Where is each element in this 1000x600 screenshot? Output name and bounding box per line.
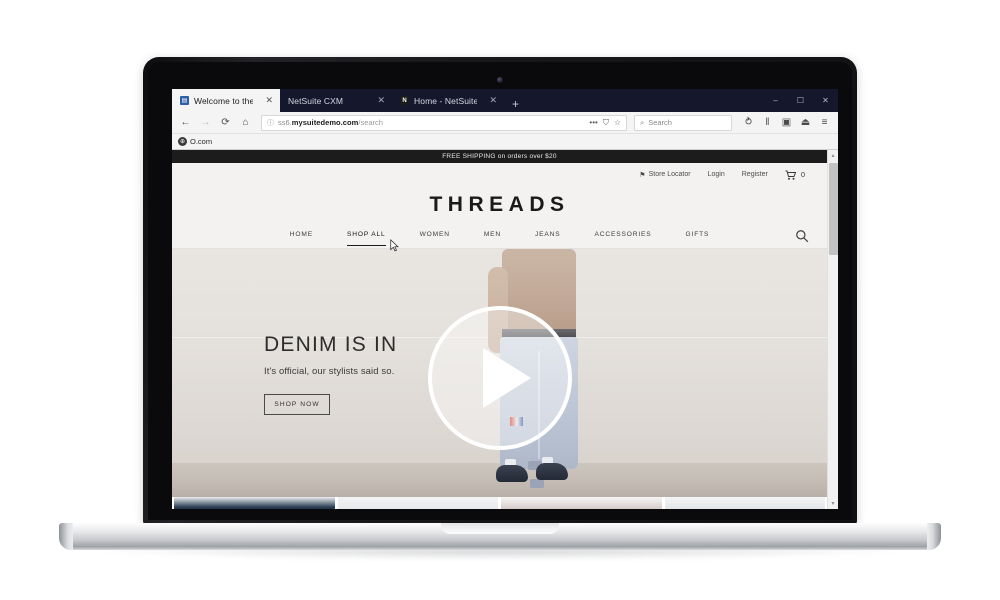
product-tile-2[interactable] — [337, 497, 498, 509]
hero-subtitle: It's official, our stylists said so. — [264, 366, 395, 377]
tracking-shield-icon[interactable]: ⛉ — [603, 118, 609, 128]
scrollbar-track[interactable] — [828, 161, 839, 498]
browser-toolbar: ← → ⟳ ⌂ ⓘ ss6.mysuitedemo.com/search •••… — [172, 112, 838, 134]
site-info-icon[interactable]: ⓘ — [267, 118, 274, 128]
bookmark-star-icon[interactable]: ☆ — [614, 118, 621, 127]
new-tab-button[interactable]: + — [504, 98, 527, 112]
brand-header: THREADS — [172, 186, 827, 224]
browser-search-box[interactable]: ⌕ Search — [634, 114, 732, 131]
reload-button[interactable]: ⟳ — [217, 114, 234, 131]
shop-now-button[interactable]: SHOP NOW — [264, 394, 330, 415]
hero-banner: DENIM IS IN It's official, our stylists … — [172, 249, 827, 497]
laptop-screen: ▤ Welcome to the store ✕ NetSuite CXM ✕ … — [172, 89, 838, 509]
nav-item-gifts[interactable]: GIFTS — [669, 229, 727, 244]
cart-icon — [785, 170, 796, 180]
model-shoe — [535, 463, 568, 480]
window-controls: – ☐ ✕ — [763, 89, 838, 112]
web-page: FREE SHIPPING on orders over $20 ⚑ Store… — [172, 150, 827, 509]
tab-close-icon[interactable]: ✕ — [482, 95, 497, 106]
url-domain: mysuitedemo.com — [291, 118, 359, 127]
save-page-icon[interactable]: ⏏ — [797, 114, 814, 131]
product-tile-3[interactable] — [501, 497, 662, 509]
page-actions-icon[interactable]: ••• — [589, 118, 597, 127]
bookmarks-bar: ⊕ O.com — [172, 134, 838, 150]
tab-title: Welcome to the store — [194, 95, 254, 106]
nav-item-home[interactable]: HOME — [273, 229, 330, 244]
product-strip — [172, 497, 827, 509]
product-tile-1[interactable] — [174, 497, 335, 509]
url-subdomain: ss6. — [278, 118, 292, 127]
laptop-base-notch — [441, 523, 559, 534]
browser-tab-home-netsuite[interactable]: N Home - NetSuite (SuiteSucces ✕ — [392, 89, 504, 112]
url-text: ss6.mysuitedemo.com/search — [278, 118, 383, 127]
scroll-down-arrow-icon[interactable]: ▾ — [831, 498, 834, 509]
register-link[interactable]: Register — [742, 171, 768, 178]
product-tile-4[interactable] — [664, 497, 825, 509]
search-icon: ⌕ — [640, 117, 645, 127]
laptop-lid: ▤ Welcome to the store ✕ NetSuite CXM ✕ … — [143, 57, 857, 525]
promo-banner: FREE SHIPPING on orders over $20 — [172, 150, 827, 163]
forward-button[interactable]: → — [197, 114, 214, 131]
sidebar-icon[interactable]: ▣ — [778, 114, 795, 131]
hero-copy: DENIM IS IN It's official, our stylists … — [264, 333, 397, 415]
jeans-rip — [529, 479, 544, 488]
location-pin-icon: ⚑ — [639, 171, 646, 179]
window-maximize-button[interactable]: ☐ — [788, 89, 813, 112]
nav-item-accessories[interactable]: ACCESSORIES — [578, 229, 669, 244]
cart-button[interactable]: 0 — [785, 170, 805, 180]
tab-close-icon[interactable]: ✕ — [370, 95, 385, 106]
hero-title: DENIM IS IN — [264, 333, 398, 356]
store-locator-label: Store Locator — [648, 171, 691, 178]
play-button[interactable] — [427, 305, 572, 450]
search-icon[interactable] — [795, 229, 809, 243]
tab-close-icon[interactable]: ✕ — [258, 95, 273, 106]
tab-title: Home - NetSuite (SuiteSucces — [414, 95, 478, 106]
window-minimize-button[interactable]: – — [763, 89, 788, 112]
app-menu-icon[interactable]: ≡ — [816, 114, 833, 131]
store-locator-link[interactable]: ⚑ Store Locator — [639, 171, 690, 179]
laptop-drop-shadow — [90, 549, 910, 560]
address-bar[interactable]: ⓘ ss6.mysuitedemo.com/search ••• ⛉ ☆ — [261, 114, 627, 131]
search-placeholder: Search — [648, 118, 672, 127]
url-path: /search — [358, 118, 383, 127]
browser-tabstrip: ▤ Welcome to the store ✕ NetSuite CXM ✕ … — [172, 89, 838, 112]
page-scrollbar[interactable]: ▴ ▾ — [827, 150, 838, 509]
model-shoe — [495, 465, 528, 482]
scroll-up-arrow-icon[interactable]: ▴ — [831, 150, 834, 161]
cart-count: 0 — [800, 170, 805, 179]
browser-tab-welcome-to-the-store[interactable]: ▤ Welcome to the store ✕ — [172, 89, 280, 112]
store-favicon: ▤ — [180, 96, 189, 105]
back-button[interactable]: ← — [177, 114, 194, 131]
tab-title: NetSuite CXM — [288, 95, 344, 106]
address-bar-actions: ••• ⛉ ☆ — [589, 118, 621, 128]
browser-tab-netsuite-cxm[interactable]: NetSuite CXM ✕ — [280, 89, 392, 112]
laptop-base — [59, 523, 941, 550]
utility-nav: ⚑ Store Locator Login Register 0 — [172, 163, 827, 186]
nav-item-men[interactable]: MEN — [467, 229, 518, 244]
login-link[interactable]: Login — [708, 171, 725, 178]
netsuite-favicon: N — [400, 96, 409, 105]
scrollbar-thumb[interactable] — [828, 163, 838, 255]
nav-item-jeans[interactable]: JEANS — [518, 229, 578, 244]
mouse-cursor-icon — [390, 239, 399, 252]
webcam-icon — [497, 77, 503, 83]
laptop-bezel: ▤ Welcome to the store ✕ NetSuite CXM ✕ … — [148, 62, 852, 520]
site-logo[interactable]: THREADS — [429, 193, 569, 217]
home-button[interactable]: ⌂ — [237, 114, 254, 131]
library-icon[interactable]: ‖ — [759, 114, 776, 131]
nav-item-women[interactable]: WOMEN — [403, 229, 467, 244]
page-viewport: FREE SHIPPING on orders over $20 ⚑ Store… — [172, 150, 838, 509]
bookmark-favicon-icon: ⊕ — [178, 137, 187, 146]
main-navigation: HOME SHOP ALL WOMEN MEN JEANS ACCESSORIE… — [172, 224, 827, 252]
pocket-icon[interactable]: ⥁ — [740, 114, 757, 131]
bookmark-item-o-com[interactable]: ⊕ O.com — [178, 137, 212, 146]
toolbar-icons: ⥁ ‖ ▣ ⏏ ≡ — [740, 114, 833, 131]
bookmark-label: O.com — [190, 137, 213, 146]
window-close-button[interactable]: ✕ — [813, 89, 838, 112]
play-triangle-icon — [482, 347, 531, 408]
screenshot-scene: ▤ Welcome to the store ✕ NetSuite CXM ✕ … — [0, 0, 1000, 600]
